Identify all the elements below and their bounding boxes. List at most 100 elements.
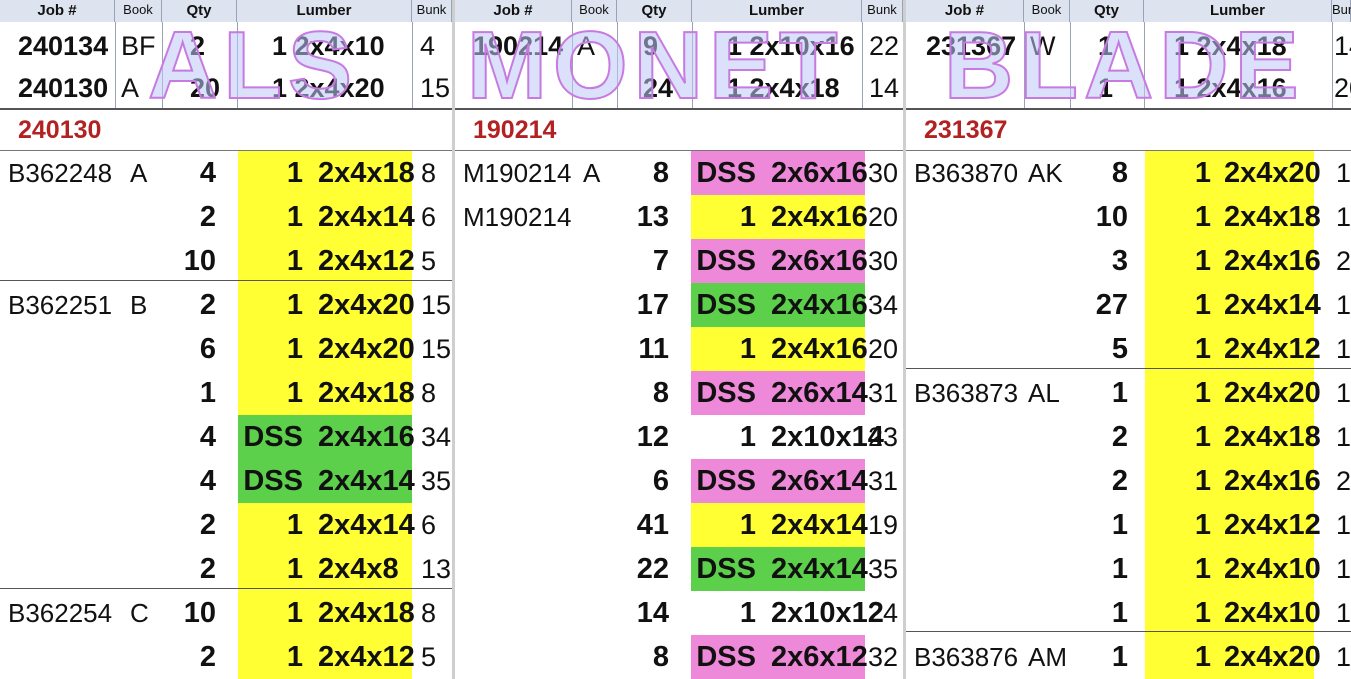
row-bunk: 20 <box>868 334 899 364</box>
table-row[interactable]: 2 1 2x4x14 6 <box>0 195 452 239</box>
table-row[interactable]: 1 1 2x4x10 16 <box>906 547 1351 591</box>
row-grade: 1 <box>739 421 756 453</box>
row-lumber-cell: 1 2x4x16 <box>1145 239 1321 283</box>
row-lumber-cell: 1 2x4x20 <box>1145 635 1321 679</box>
row-bunk: 19 <box>868 510 899 540</box>
row-size: 2x6x14 <box>771 377 868 409</box>
table-row[interactable]: 6 1 2x4x20 15 <box>0 327 452 371</box>
row-lumber-cell: 1 2x4x20 <box>238 283 415 327</box>
table-row[interactable]: B362254 C 10 1 2x4x18 8 <box>0 591 452 635</box>
row-lumber-cell: DSS 2x6x14 <box>691 371 868 415</box>
row-bunk: 24 <box>868 598 899 628</box>
row-size: 2x4x18 <box>1224 421 1321 453</box>
table-row[interactable]: B362248 A 4 1 2x4x18 8 <box>0 151 452 195</box>
table-row[interactable]: B363876AM112x4x2015 <box>906 635 1351 679</box>
row-bunk: 31 <box>868 378 899 408</box>
row-qty: 7 <box>652 245 669 277</box>
row-grade: DSS <box>696 553 756 585</box>
table-row[interactable]: M190214 A 8 DSS 2x6x16 30 <box>455 151 903 195</box>
table-row[interactable]: 8 DSS 2x6x12 32 <box>455 635 903 679</box>
table-row[interactable]: 1 1 2x4x10 16 <box>906 591 1351 635</box>
row-size: 2x4x18 <box>318 157 415 189</box>
table-row[interactable]: 17 DSS 2x4x16 34 <box>455 283 903 327</box>
summary-divider <box>692 22 693 108</box>
header-job: Job # <box>0 0 115 22</box>
summary-block: 231367 W 1 1 2x4x18 14 1 1 2x4x16 20 <box>906 22 1351 110</box>
table-row[interactable]: B362251 B 2 1 2x4x20 15 <box>0 283 452 327</box>
summary-block: 240134 BF 2 1 2x4x10 4 240130 A 20 1 2x4x20 15 <box>0 22 452 110</box>
table-row[interactable]: B363870AK812x4x2015 <box>906 151 1351 195</box>
table-row[interactable]: 4 DSS 2x4x14 35 <box>0 459 452 503</box>
row-lumber-cell: DSS 2x4x14 <box>238 459 415 503</box>
row-qty: 41 <box>636 509 669 541</box>
row-qty: 1 <box>1111 377 1128 409</box>
row-qty: 8 <box>1111 157 1128 189</box>
table-row[interactable]: 10 1 2x4x18 14 <box>906 195 1351 239</box>
row-bunk: 34 <box>421 422 452 452</box>
row-grade: DSS <box>696 245 756 277</box>
table-row[interactable]: 41 1 2x4x14 19 <box>455 503 903 547</box>
table-row[interactable]: 2 1 2x4x16 20 <box>906 459 1351 503</box>
table-row[interactable]: 27 1 2x4x14 19 <box>906 283 1351 327</box>
row-bunk: 20 <box>868 202 899 232</box>
row-grade: 1 <box>286 597 303 629</box>
table-row[interactable]: 12 1 2x10x14 23 <box>455 415 903 459</box>
row-lumber-cell: 1 2x4x16 <box>691 327 868 371</box>
row-qty: 5 <box>1111 333 1128 365</box>
row-lumber-cell: 1 2x4x8 <box>238 547 412 591</box>
table-row[interactable]: B363873AL112x4x2015 <box>906 371 1351 415</box>
row-lumber-cell: 1 2x4x14 <box>238 195 415 239</box>
row-lumber-cell: 1 2x10x14 <box>691 415 884 459</box>
job-title: 240130 <box>18 116 102 144</box>
row-size: 2x4x20 <box>318 333 415 365</box>
row-bunk: 35 <box>868 554 899 584</box>
row-lumber-cell: 1 2x4x10 <box>1145 547 1321 591</box>
header-lumber: Lumber <box>692 0 862 22</box>
table-row[interactable]: 4 DSS 2x4x16 34 <box>0 415 452 459</box>
row-qty: 2 <box>199 289 216 321</box>
table-row[interactable]: 2 1 2x4x14 6 <box>0 503 452 547</box>
row-qty: 8 <box>652 377 669 409</box>
header-bunk: Bunk <box>412 0 452 22</box>
row-grade: 1 <box>1194 245 1211 277</box>
table-row[interactable]: 2 1 2x4x12 5 <box>0 635 452 679</box>
table-row[interactable]: 11 1 2x4x16 20 <box>455 327 903 371</box>
row-lumber-cell: DSS 2x6x16 <box>691 151 868 195</box>
row-size: 2x4x16 <box>771 333 868 365</box>
summary-book: A <box>121 73 140 103</box>
row-qty: 8 <box>652 641 669 673</box>
table-row[interactable]: 8 DSS 2x6x14 31 <box>455 371 903 415</box>
summary-qty: 20 <box>190 73 221 103</box>
row-size: 2x4x14 <box>318 509 415 541</box>
row-size: 2x6x16 <box>771 157 868 189</box>
row-grade: DSS <box>696 641 756 673</box>
table-row[interactable]: 7 DSS 2x6x16 30 <box>455 239 903 283</box>
table-row[interactable]: 14 1 2x10x12 24 <box>455 591 903 635</box>
summary-job: 190214 <box>473 31 564 61</box>
row-bunk: 5 <box>421 246 437 276</box>
table-row[interactable]: 5 1 2x4x12 18 <box>906 327 1351 371</box>
table-row[interactable]: 10 1 2x4x12 5 <box>0 239 452 283</box>
row-qty: 13 <box>636 201 669 233</box>
summary-divider <box>237 22 238 108</box>
row-bunk: 18 <box>1336 510 1351 540</box>
row-bunk: 19 <box>1336 290 1351 320</box>
table-row[interactable]: 2 1 2x4x8 13 <box>0 547 452 591</box>
table-row[interactable]: 6 DSS 2x6x14 31 <box>455 459 903 503</box>
summary-bunk: 14 <box>1334 31 1351 61</box>
table-row[interactable]: M190214 13 1 2x4x16 20 <box>455 195 903 239</box>
table-row[interactable]: 3 1 2x4x16 20 <box>906 239 1351 283</box>
table-row[interactable]: 22 DSS 2x4x14 35 <box>455 547 903 591</box>
row-qty: 27 <box>1095 289 1128 321</box>
table-row[interactable]: 1 1 2x4x18 8 <box>0 371 452 415</box>
job-title-bar: 190214 <box>455 110 903 151</box>
table-row[interactable]: 1 1 2x4x12 18 <box>906 503 1351 547</box>
row-grade: 1 <box>1194 509 1211 541</box>
table-row[interactable]: 2 1 2x4x18 14 <box>906 415 1351 459</box>
row-grade: 1 <box>739 201 756 233</box>
row-qty: 4 <box>199 421 216 453</box>
summary-divider <box>862 22 863 108</box>
row-lumber-cell: 1 2x4x16 <box>1145 459 1321 503</box>
panel-als: Job # Book Qty Lumber Bunk 240134 BF 2 1 2x4x10 4… <box>0 0 452 679</box>
row-qty: 10 <box>183 245 216 277</box>
